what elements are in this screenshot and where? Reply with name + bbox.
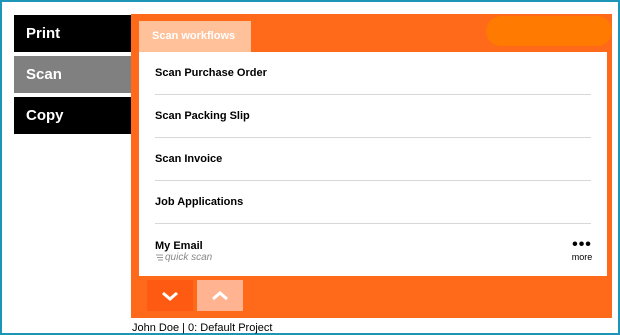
workflow-list: Scan Purchase Order Scan Packing Slip Sc… — [139, 52, 607, 276]
more-label: more — [571, 252, 593, 262]
header-pill — [486, 16, 612, 46]
status-footer: John Doe | 0: Default Project — [132, 322, 273, 334]
tab-scan-workflows[interactable]: Scan workflows — [139, 21, 251, 52]
workflow-item-my-email[interactable]: My Email quick scan ••• more — [139, 224, 607, 276]
workflow-label: Scan Packing Slip — [155, 110, 250, 122]
workflow-label: Scan Purchase Order — [155, 67, 267, 79]
workflow-panel: Scan workflows Scan Purchase Order Scan … — [131, 14, 612, 318]
nav-item-copy[interactable]: Copy — [14, 97, 132, 134]
nav-item-scan[interactable]: Scan — [14, 56, 132, 93]
workflow-label: My Email — [155, 240, 203, 252]
workflow-label: Scan Invoice — [155, 153, 223, 165]
chevron-up-icon — [212, 290, 228, 300]
quick-scan-label: quick scan — [165, 252, 213, 263]
quick-scan-hint: quick scan — [155, 252, 212, 263]
more-button[interactable]: ••• more — [567, 236, 597, 263]
workflow-label: Job Applications — [155, 196, 244, 208]
scroll-up-button[interactable] — [197, 280, 243, 311]
nav-item-print[interactable]: Print — [14, 15, 132, 52]
scroll-down-button[interactable] — [147, 280, 193, 311]
workflow-item-scan-invoice[interactable]: Scan Invoice — [139, 138, 607, 181]
ellipsis-icon: ••• — [572, 236, 592, 253]
lines-icon — [156, 254, 163, 261]
chevron-down-icon — [162, 291, 178, 301]
workflow-item-scan-packing-slip[interactable]: Scan Packing Slip — [139, 95, 607, 138]
workflow-item-scan-purchase-order[interactable]: Scan Purchase Order — [139, 52, 607, 95]
workflow-item-job-applications[interactable]: Job Applications — [139, 181, 607, 224]
